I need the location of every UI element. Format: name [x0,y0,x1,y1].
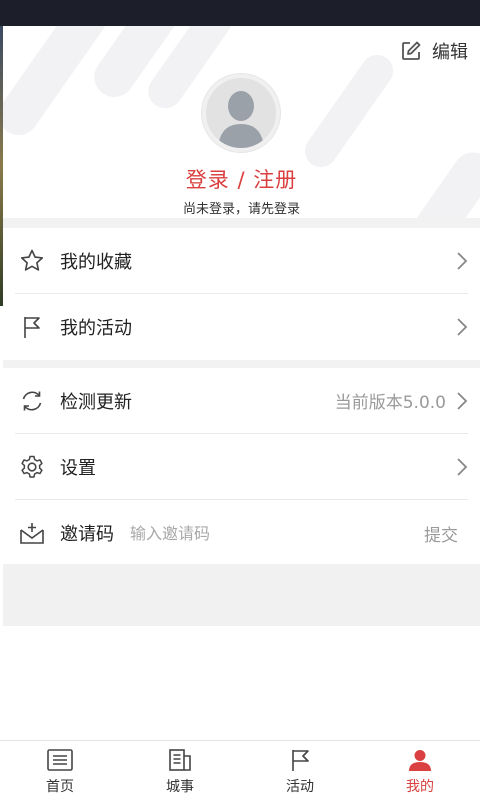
tab-activity-label: 活动 [286,778,314,795]
menu-item-invite-code: 邀请码 提交 [15,500,468,566]
chevron-right-icon [457,251,468,270]
avatar-icon [218,91,264,148]
tab-city[interactable]: 城事 [120,741,240,800]
user-icon [406,746,434,774]
check-update-label: 检测更新 [60,391,132,413]
status-bar [0,0,480,26]
document-icon [166,746,194,774]
tab-home[interactable]: 首页 [0,741,120,800]
invite-code-label: 邀请码 [60,524,114,545]
refresh-icon [15,384,49,418]
settings-label: 设置 [60,457,96,479]
tab-mine-label: 我的 [406,778,434,795]
flag-icon [15,310,49,344]
tab-activity[interactable]: 活动 [240,741,360,800]
menu-item-favorites[interactable]: 我的收藏 [15,228,468,294]
profile-header: 编辑 登录 / 注册 尚未登录，请先登录 [3,26,480,218]
star-icon [15,244,49,278]
chevron-right-icon [457,318,468,336]
login-hint: 尚未登录，请先登录 [182,202,300,217]
menu-item-settings[interactable]: 设置 [15,434,468,500]
tab-home-label: 首页 [46,778,74,795]
favorites-label: 我的收藏 [60,251,132,273]
menu-item-activities[interactable]: 我的活动 [15,294,468,360]
section-divider [3,360,480,368]
edit-icon [402,41,421,60]
menu-item-check-update[interactable]: 检测更新 当前版本5.0.0 [15,368,468,434]
list-icon [46,746,74,774]
gear-icon [15,450,49,484]
bottom-tab-bar: 首页 城事 活动 我的 [0,740,480,800]
inbox-icon [15,516,49,550]
tab-city-label: 城事 [166,778,194,795]
tab-mine[interactable]: 我的 [360,741,480,800]
empty-section [3,564,480,626]
section-divider [3,218,480,228]
activities-label: 我的活动 [60,318,132,339]
login-register-link[interactable]: 登录 / 注册 [3,164,480,194]
avatar[interactable] [202,74,280,152]
submit-button[interactable]: 提交 [424,521,468,546]
flag-icon [286,746,314,774]
edit-profile-button[interactable]: 编辑 [400,38,468,64]
version-text: 当前版本5.0.0 [334,393,446,413]
chevron-right-icon [457,457,468,476]
edit-label: 编辑 [432,42,468,63]
decor-stripe [298,48,400,174]
chevron-right-icon [457,391,468,410]
invite-code-input[interactable] [130,523,380,543]
